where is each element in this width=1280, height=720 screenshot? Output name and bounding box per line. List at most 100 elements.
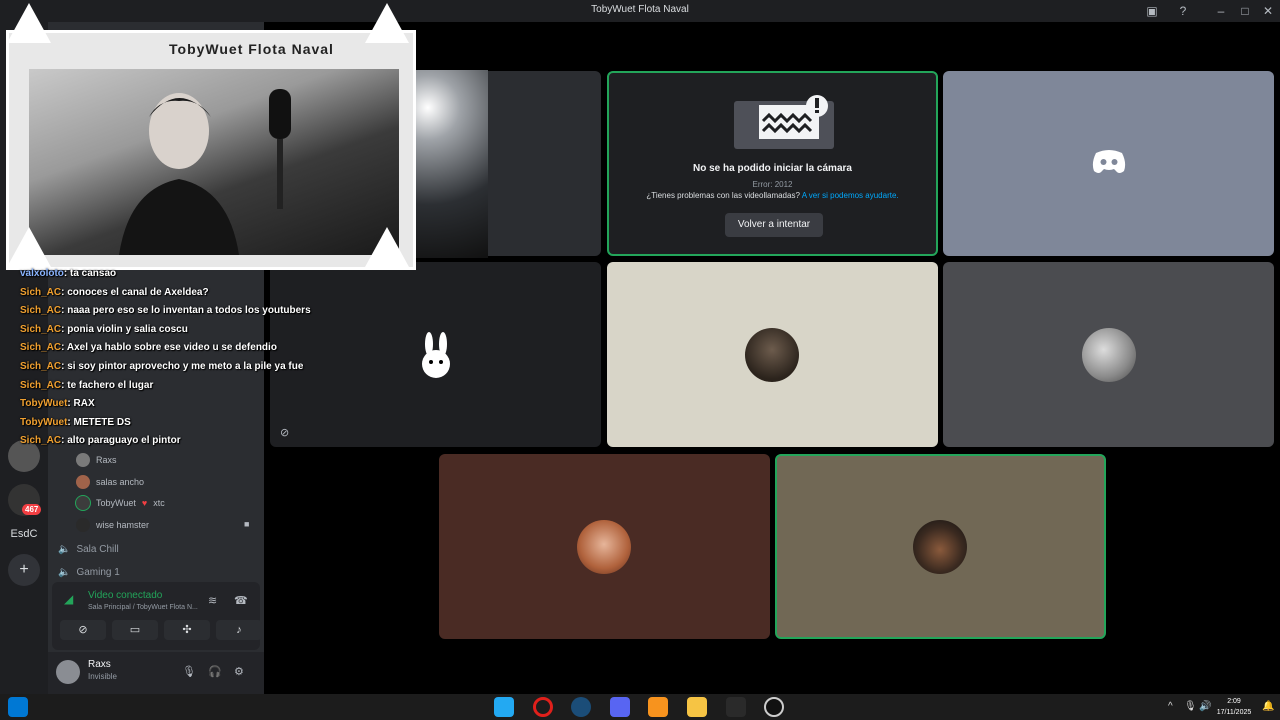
webcam-overlay: TobyWuet Flota Naval (6, 3, 416, 270)
chat-message: Sich_AC: Axel ya hablo sobre ese video u… (20, 342, 277, 354)
server-label[interactable]: EsdC (4, 528, 44, 540)
settings-gear-icon[interactable]: ⚙ (234, 665, 244, 678)
microphone-icon[interactable]: 🎙 (182, 665, 196, 678)
chat-message: TobyWuet: RAX (20, 398, 95, 410)
chat-message: Sich_AC: te fachero el lugar (20, 379, 154, 391)
avatar (76, 518, 90, 532)
avatar (913, 520, 967, 574)
illuminati-eye-icon (365, 3, 409, 43)
broken-tv-icon (734, 95, 834, 149)
speaker-icon: 🔈 (58, 567, 71, 578)
help-text: ¿Tienes problemas con las videollamadas? (646, 191, 800, 200)
microphone-icon (269, 89, 291, 209)
voice-member[interactable]: wise hamster (76, 516, 149, 534)
camera-error-title: No se ha podido iniciar la cámara (693, 163, 852, 174)
chat-message: Sich_AC: si soy pintor aprovecho y me me… (20, 360, 304, 372)
avatar (76, 453, 90, 467)
avatar (577, 520, 631, 574)
member-name: salas ancho (96, 477, 145, 487)
user-name[interactable]: Raxs (88, 659, 111, 670)
chat-message: Sich_AC: alto paraguayo el pintor (20, 435, 181, 447)
minimize-icon[interactable]: – (1213, 3, 1229, 19)
fl-studio-icon[interactable] (648, 697, 668, 717)
retry-button[interactable]: Volver a intentar (725, 213, 823, 237)
mention-badge: 467 (22, 504, 42, 515)
streamer-silhouette (119, 93, 239, 255)
video-tile[interactable] (943, 262, 1274, 447)
avatar (76, 496, 90, 510)
signal-icon: ◢ (64, 592, 74, 606)
maximize-icon[interactable]: □ (1237, 3, 1253, 19)
windows-start-icon[interactable] (8, 697, 28, 717)
steam-icon[interactable] (571, 697, 591, 717)
illuminati-eye-icon (365, 227, 409, 267)
video-tile[interactable] (775, 454, 1106, 639)
inbox-icon[interactable]: ▣ (1144, 3, 1160, 19)
voice-channel[interactable]: 🔈 Gaming 1 (58, 567, 120, 578)
microphone-tray-icon[interactable]: 🎙 (1184, 701, 1197, 712)
notification-bell-icon[interactable]: 🔔 (1262, 701, 1274, 712)
title-bar: TobyWuet Flota Naval ▣ ? – □ ✕ (0, 0, 1280, 22)
illuminati-eye-icon (7, 3, 51, 43)
speaker-tray-icon[interactable]: 🔊 (1199, 701, 1211, 712)
member-name: wise hamster (96, 520, 150, 530)
camera-error-code: Error: 2012 (752, 180, 793, 189)
channel-name: Gaming 1 (76, 567, 120, 578)
voice-member[interactable]: salas ancho (76, 473, 144, 491)
voice-status[interactable]: Video conectado (88, 590, 162, 601)
camera-error-tile: No se ha podido iniciar la cámara Error:… (607, 71, 938, 256)
clock-date: 17/11/2025 (1216, 709, 1252, 716)
camera-off-icon[interactable]: ⊘ (60, 620, 106, 640)
avatar (1082, 328, 1136, 382)
clock[interactable]: 2:09 17/11/2025 (1212, 696, 1256, 718)
help-icon[interactable]: ? (1175, 3, 1191, 19)
taskbar: ^ 🎙 🔊 2:09 17/11/2025 🔔 (0, 694, 1280, 720)
voice-member[interactable]: TobyWuet ♥ xtc (76, 494, 165, 512)
screen-share-icon[interactable]: ▭ (112, 620, 158, 640)
user-panel: Raxs Invisible 🎙 🎧 ⚙ (48, 652, 264, 694)
help-link[interactable]: A ver si podemos ayudarte. (802, 191, 899, 200)
discord-logo-icon (1092, 150, 1126, 173)
bunny-avatar-icon (422, 332, 450, 378)
clock-time: 2:09 (1227, 698, 1241, 705)
opera-icon[interactable] (533, 697, 553, 717)
webcam-feed (29, 69, 399, 255)
chat-overlay: valxoloto: ta cansao Sich_AC: conoces el… (20, 268, 400, 454)
member-name: Raxs (96, 455, 117, 465)
video-tile[interactable] (607, 262, 938, 447)
disconnect-icon[interactable]: ☎ (234, 594, 248, 607)
camera-error-help: ¿Tienes problemas con las videollamadas?… (609, 191, 936, 200)
window-title: TobyWuet Flota Naval (591, 4, 689, 15)
chat-message: TobyWuet: METETE DS (20, 416, 131, 428)
overlay-title: TobyWuet Flota Naval (169, 41, 334, 57)
speaker-icon: 🔈 (58, 544, 71, 555)
epic-games-icon[interactable] (726, 697, 746, 717)
voice-location[interactable]: Sala Principal / TobyWuet Flota N... (88, 604, 198, 611)
voice-channel[interactable]: 🔈 Sala Chill (58, 544, 119, 555)
soundboard-icon[interactable]: ♪ (216, 620, 262, 640)
avatar[interactable] (56, 660, 80, 684)
obs-icon[interactable] (764, 697, 784, 717)
chat-message: Sich_AC: ponia violin y salia coscu (20, 323, 188, 335)
video-camera-icon: ■ (244, 519, 250, 529)
member-name: TobyWuet (96, 498, 136, 508)
user-status: Invisible (88, 672, 117, 681)
chat-message: valxoloto: ta cansao (20, 268, 117, 279)
vscode-icon[interactable] (494, 697, 514, 717)
activities-icon[interactable]: ✣ (164, 620, 210, 640)
avatar (76, 475, 90, 489)
file-explorer-icon[interactable] (687, 697, 707, 717)
chevron-up-icon[interactable]: ^ (1168, 701, 1173, 712)
voice-connection-panel: ◢ Video conectado Sala Principal / TobyW… (52, 582, 262, 650)
video-tile[interactable] (943, 71, 1274, 256)
close-icon[interactable]: ✕ (1260, 3, 1276, 19)
add-server-icon[interactable]: + (8, 554, 40, 586)
noise-suppression-icon[interactable]: ≋ (208, 594, 217, 607)
channel-name: Sala Chill (76, 544, 119, 555)
headphones-icon[interactable]: 🎧 (208, 665, 222, 678)
heart-icon: ♥ (141, 498, 148, 508)
chat-message: Sich_AC: conoces el canal de Axeldea? (20, 286, 209, 298)
screen: TobyWuet Flota Naval ▣ ? – □ ✕ 467 EsdC … (0, 0, 1280, 720)
discord-icon[interactable] (610, 697, 630, 717)
video-tile[interactable] (439, 454, 770, 639)
